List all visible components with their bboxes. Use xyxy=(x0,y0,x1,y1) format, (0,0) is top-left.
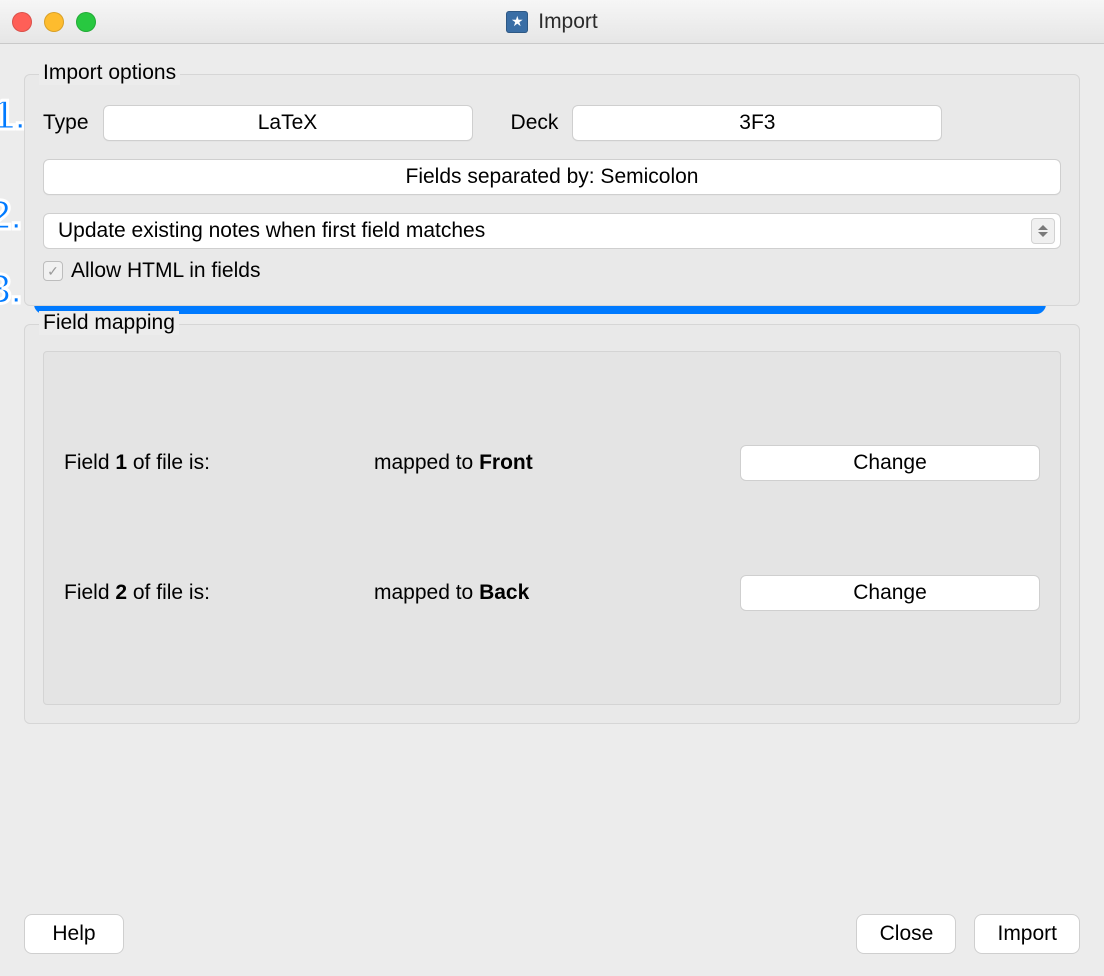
mapping-row: Field 1 of file is: mapped to Front Chan… xyxy=(64,445,1040,481)
window-controls xyxy=(12,12,96,32)
mapping-mapped-prefix: mapped to xyxy=(374,451,479,474)
import-options-title: Import options xyxy=(39,61,180,85)
titlebar: ★ Import xyxy=(0,0,1104,44)
deck-selector[interactable]: 3F3 xyxy=(572,105,942,141)
close-button-label: Close xyxy=(880,922,934,946)
annotation-1: 1. xyxy=(0,94,25,136)
window-title-wrap: ★ Import xyxy=(0,10,1104,34)
checkbox-icon: ✓ xyxy=(43,261,63,281)
field-separator-text: Fields separated by: Semicolon xyxy=(406,165,699,189)
field-mapping-title: Field mapping xyxy=(39,311,179,335)
mapping-field-prefix: Field xyxy=(64,451,115,474)
mapping-field-suffix: of file is: xyxy=(127,451,210,474)
mapping-mapped-to: Back xyxy=(479,581,529,604)
import-mode-select[interactable]: Update existing notes when first field m… xyxy=(43,213,1061,249)
import-button-label: Import xyxy=(997,922,1057,946)
mapping-field-num: 1 xyxy=(115,451,127,474)
close-button[interactable]: Close xyxy=(856,914,956,954)
help-button-label: Help xyxy=(52,922,95,946)
zoom-window-button[interactable] xyxy=(76,12,96,32)
note-type-selector[interactable]: LaTeX xyxy=(103,105,473,141)
allow-html-checkbox-row[interactable]: ✓ Allow HTML in fields xyxy=(43,259,1061,283)
allow-html-label: Allow HTML in fields xyxy=(71,259,260,283)
change-mapping-button[interactable]: Change xyxy=(740,575,1040,611)
minimize-window-button[interactable] xyxy=(44,12,64,32)
annotation-3: 3. xyxy=(0,268,21,310)
chevron-updown-icon xyxy=(1031,218,1055,244)
mapping-field-prefix: Field xyxy=(64,581,115,604)
type-label: Type xyxy=(43,111,89,135)
change-button-label: Change xyxy=(853,581,927,605)
note-type-value: LaTeX xyxy=(258,111,318,135)
import-options-group: Import options Type LaTeX Deck 3F3 Field… xyxy=(24,74,1080,306)
field-separator-button[interactable]: Fields separated by: Semicolon xyxy=(43,159,1061,195)
mapping-field-num: 2 xyxy=(115,581,127,604)
change-button-label: Change xyxy=(853,451,927,475)
deck-label: Deck xyxy=(511,111,559,135)
mapping-mapped-prefix: mapped to xyxy=(374,581,479,604)
mapping-row: Field 2 of file is: mapped to Back Chang… xyxy=(64,575,1040,611)
close-window-button[interactable] xyxy=(12,12,32,32)
anki-icon: ★ xyxy=(506,11,528,33)
import-button[interactable]: Import xyxy=(974,914,1080,954)
mapping-mapped-to: Front xyxy=(479,451,533,474)
bottom-button-bar: Help Close Import xyxy=(24,914,1080,954)
field-mapping-group: Field mapping Field 1 of file is: mapped… xyxy=(24,324,1080,724)
mapping-field-suffix: of file is: xyxy=(127,581,210,604)
deck-value: 3F3 xyxy=(739,111,775,135)
annotation-2: 2. xyxy=(0,194,21,236)
import-mode-value: Update existing notes when first field m… xyxy=(58,219,485,243)
field-mapping-panel: Field 1 of file is: mapped to Front Chan… xyxy=(43,351,1061,705)
window-title: Import xyxy=(538,10,598,34)
help-button[interactable]: Help xyxy=(24,914,124,954)
change-mapping-button[interactable]: Change xyxy=(740,445,1040,481)
